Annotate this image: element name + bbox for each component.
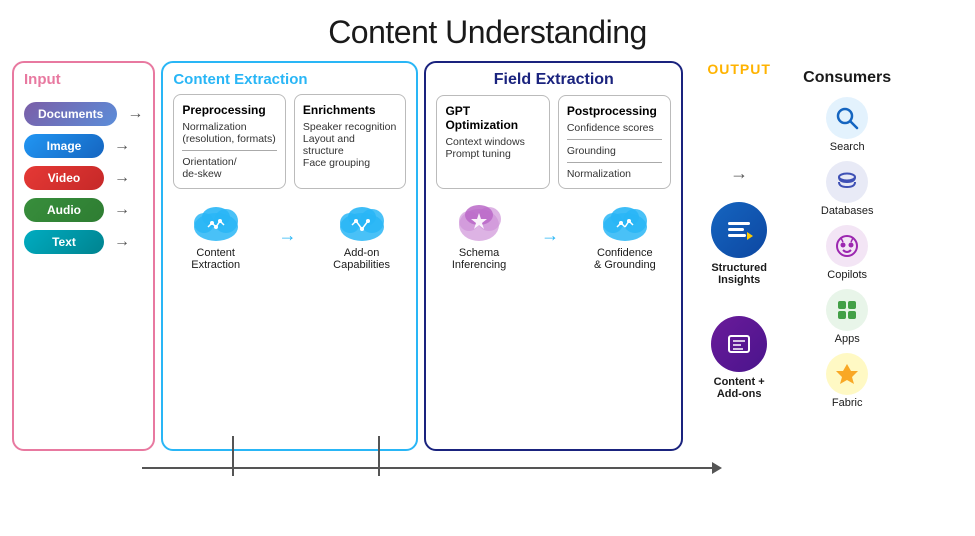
badge-documents: Documents [24, 102, 117, 126]
gpt-box: GPT Optimization Context windows Prompt … [436, 95, 549, 189]
output-section: OUTPUT → StructuredInsights [689, 61, 789, 521]
cloud-icon-2 [336, 199, 388, 243]
cloud-confidence-grounding: Confidence& Grounding [594, 199, 656, 271]
cloud-row-field: SchemaInferencing → [436, 199, 671, 271]
content-addons-circle [711, 316, 767, 372]
consumers-label: Consumers [803, 69, 891, 87]
apps-icon [826, 289, 868, 331]
badge-video: Video [24, 166, 104, 190]
output-content-addons: Content +Add-ons [711, 316, 767, 400]
structured-insights-circle [711, 202, 767, 258]
confidence-label: Confidence& Grounding [594, 247, 656, 271]
input-row-video: Video → [24, 166, 143, 190]
preprocessing-line4: de-skew [182, 168, 277, 180]
input-row-text: Text → [24, 230, 143, 254]
bottom-flow-arrow [142, 460, 722, 476]
databases-label: Databases [821, 205, 874, 217]
search-label: Search [830, 141, 865, 153]
preprocessing-title: Preprocessing [182, 103, 277, 117]
apps-label: Apps [835, 333, 860, 345]
input-row-documents: Documents → [24, 102, 143, 126]
arrow-documents: → [127, 105, 143, 123]
content-extraction-section: Content Extraction Preprocessing Normali… [161, 61, 418, 451]
postprocessing-divider [567, 139, 662, 140]
input-row-image: Image → [24, 134, 143, 158]
postprocessing-line3: Normalization [567, 168, 662, 180]
cloud-addon-capabilities: Add-onCapabilities [333, 199, 390, 271]
consumer-databases: Databases [821, 161, 874, 217]
field-extraction-section: Field Extraction GPT Optimization Contex… [424, 61, 683, 451]
badge-audio: Audio [24, 198, 104, 222]
gpt-title: GPT Optimization [445, 104, 540, 132]
input-items: Documents → Image → Video → Audio → Text… [24, 102, 143, 254]
preprocessing-line2: (resolution, formats) [182, 133, 277, 145]
output-structured-insights: StructuredInsights [711, 202, 767, 286]
cloud-label-1: ContentExtraction [191, 247, 240, 271]
badge-image: Image [24, 134, 104, 158]
enrichments-title: Enrichments [303, 103, 398, 117]
input-row-audio: Audio → [24, 198, 143, 222]
field-extraction-boxes: GPT Optimization Context windows Prompt … [436, 95, 671, 189]
content-extraction-label: Content Extraction [173, 71, 406, 88]
arrow-image: → [114, 137, 130, 155]
cloud-schema-inferencing: SchemaInferencing [452, 199, 506, 271]
postprocessing-divider2 [567, 162, 662, 163]
copilots-icon [826, 225, 868, 267]
field-extraction-label: Field Extraction [436, 71, 671, 89]
arrow-video: → [114, 169, 130, 187]
consumer-search: Search [826, 97, 868, 153]
enrichments-line2: Layout and structure [303, 133, 398, 157]
databases-icon [826, 161, 868, 203]
cloud-content-extraction: ContentExtraction [190, 199, 242, 271]
arrow-text: → [114, 233, 130, 251]
cloud-arrow-1: → [278, 225, 296, 246]
search-icon [826, 97, 868, 139]
preprocessing-line1: Normalization [182, 121, 277, 133]
cloud-label-2: Add-onCapabilities [333, 247, 390, 271]
enrichments-box: Enrichments Speaker recognition Layout a… [294, 94, 407, 189]
cloud-row-content: ContentExtraction → [173, 199, 406, 271]
content-extraction-boxes: Preprocessing Normalization (resolution,… [173, 94, 406, 189]
preprocessing-line3: Orientation/ [182, 156, 277, 168]
postprocessing-title: Postprocessing [567, 104, 662, 118]
diagram-area: Input Documents → Image → Video → Audio … [0, 61, 975, 521]
page-title: Content Understanding [0, 0, 975, 61]
fabric-icon [826, 353, 868, 395]
cloud-icon-schema [453, 199, 505, 243]
preprocessing-box: Preprocessing Normalization (resolution,… [173, 94, 286, 189]
consumer-fabric: Fabric [826, 353, 868, 409]
copilots-label: Copilots [827, 269, 867, 281]
postprocessing-line1: Confidence scores [567, 122, 662, 134]
field-arrow-1: → [541, 225, 559, 246]
content-addons-label: Content +Add-ons [714, 376, 765, 400]
schema-label: SchemaInferencing [452, 247, 506, 271]
arrow-audio: → [114, 201, 130, 219]
structured-insights-label: StructuredInsights [711, 262, 767, 286]
vline-right [378, 436, 380, 476]
preprocessing-divider [182, 150, 277, 151]
badge-text: Text [24, 230, 104, 254]
cloud-icon-1 [190, 199, 242, 243]
output-label: OUTPUT [707, 61, 771, 77]
gpt-line2: Prompt tuning [445, 148, 540, 160]
enrichments-line3: Face grouping [303, 157, 398, 169]
output-arrow: → [730, 163, 748, 184]
enrichments-line1: Speaker recognition [303, 121, 398, 133]
consumer-copilots: Copilots [826, 225, 868, 281]
fabric-label: Fabric [832, 397, 863, 409]
consumer-apps: Apps [826, 289, 868, 345]
gpt-line1: Context windows [445, 136, 540, 148]
consumers-section: Consumers Search Databases [795, 61, 899, 425]
input-label: Input [24, 71, 61, 88]
vline-left [232, 436, 234, 476]
cloud-icon-confidence [599, 199, 651, 243]
postprocessing-line2: Grounding [567, 145, 662, 157]
postprocessing-box: Postprocessing Confidence scores Groundi… [558, 95, 671, 189]
input-section: Input Documents → Image → Video → Audio … [12, 61, 155, 451]
